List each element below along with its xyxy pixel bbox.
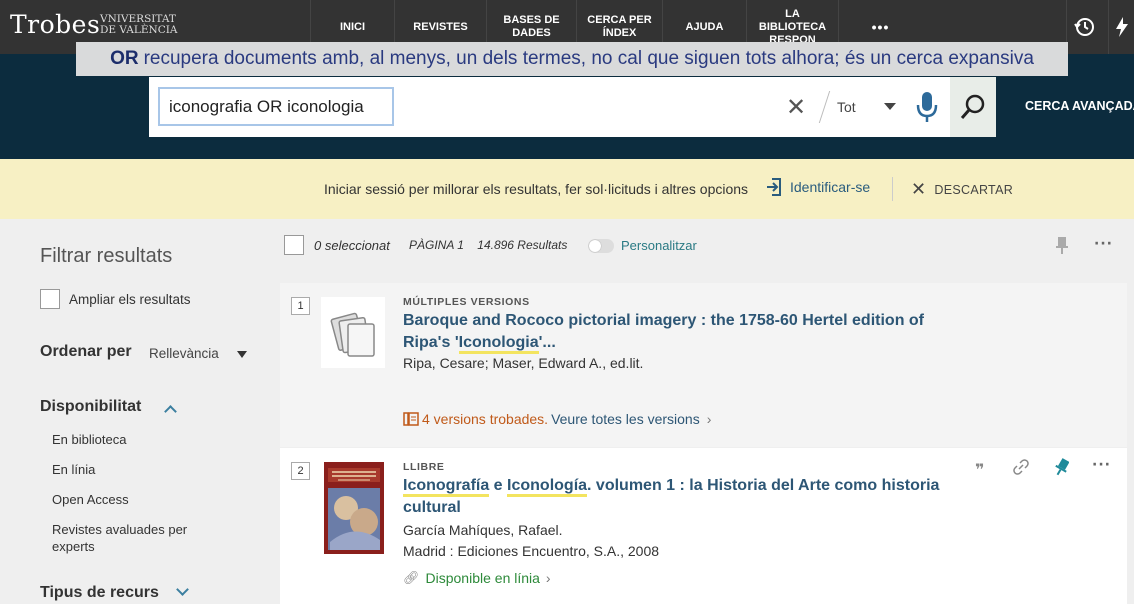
availability-facet-title[interactable]: Disponibilitat	[40, 398, 141, 416]
result-type: LLIBRE	[403, 461, 445, 473]
versions-icon	[403, 412, 419, 426]
operator-tooltip: OR recupera documents amb, al menys, un …	[76, 42, 1068, 76]
advanced-search-link[interactable]: CERCA AVANÇADA	[1025, 99, 1134, 113]
university-logo-line-2: DE VALÈNCIA	[100, 24, 178, 36]
result-number: 2	[291, 462, 310, 480]
chevron-right-icon: ›	[706, 411, 712, 427]
banner-divider	[892, 177, 893, 201]
result-item[interactable]: 2 LLIBRE Iconografía e Iconología. volum…	[280, 448, 1127, 604]
facet-item-peer-reviewed[interactable]: Revistes avaluades per experts	[52, 521, 222, 555]
selected-count: 0 seleccionat	[314, 238, 390, 253]
tooltip-text: recupera documents amb, al menys, un del…	[143, 48, 1034, 69]
result-number: 1	[291, 297, 310, 315]
result-title-link[interactable]: Iconografía e Iconología. volumen 1 : la…	[403, 475, 943, 519]
cite-icon[interactable]: ❞	[975, 460, 984, 479]
chevron-right-icon: ›	[545, 570, 551, 586]
chevron-down-icon[interactable]	[176, 583, 189, 596]
flash-icon[interactable]	[1108, 0, 1134, 54]
versions-count: 4 versions trobades.	[422, 411, 549, 427]
facet-item-in-library[interactable]: En biblioteca	[52, 431, 222, 448]
sort-select[interactable]: Rellevància	[149, 346, 219, 361]
signin-label: Identificar-se	[790, 179, 871, 195]
facets-title: Filtrar resultats	[40, 245, 173, 267]
availability-link[interactable]: 🔗︎ Disponible en línia ›	[403, 570, 551, 586]
history-icon[interactable]	[1066, 0, 1102, 54]
search-divider	[809, 91, 831, 123]
page-number: PÀGINA 1	[409, 238, 464, 252]
facet-item-online[interactable]: En línia	[52, 461, 222, 478]
facets-panel: Filtrar resultats Ampliar els resultats …	[0, 219, 270, 604]
signin-banner: Iniciar sessió per millorar els resultat…	[0, 159, 1134, 219]
university-logo: VNIVERSITAT DE VALÈNCIA	[100, 14, 177, 36]
close-icon: ✕	[911, 179, 927, 199]
signin-icon	[767, 178, 781, 196]
permalink-icon[interactable]	[1013, 459, 1029, 479]
tooltip-keyword: OR	[110, 48, 139, 69]
search-button[interactable]	[950, 77, 996, 137]
results-count: 14.896 Resultats	[477, 238, 568, 252]
see-all-versions-link[interactable]: Veure totes les versions	[551, 411, 700, 427]
result-author: García Mahíques, Rafael.	[403, 522, 563, 538]
result-author: Ripa, Cesare; Maser, Edward A., ed.lit.	[403, 355, 644, 371]
more-options-icon[interactable]: ···	[1094, 236, 1113, 252]
result-title-link[interactable]: Baroque and Rococo pictorial imagery : t…	[403, 310, 943, 354]
clear-search-icon[interactable]: ✕	[785, 93, 807, 121]
personalize-label[interactable]: Personalitzar	[621, 238, 697, 253]
resource-type-facet-title[interactable]: Tipus de recurs	[40, 584, 159, 602]
trobes-logo[interactable]: Trobes	[10, 10, 100, 39]
results-toolbar: 0 seleccionat PÀGINA 1 14.896 Resultats …	[278, 219, 1134, 279]
more-options-icon[interactable]: ···	[1092, 457, 1111, 473]
chevron-up-icon[interactable]	[164, 405, 177, 418]
search-input[interactable]: iconografia OR iconologia	[158, 87, 394, 126]
result-item[interactable]: 1 MÚLTIPLES VERSIONS Baroque and Rococo …	[280, 283, 1127, 447]
result-title-highlight: Iconologia	[458, 334, 539, 354]
pin-icon[interactable]	[1056, 236, 1068, 258]
search-icon	[960, 94, 985, 119]
personalize-toggle[interactable]	[588, 239, 614, 253]
dismiss-button[interactable]: ✕ DESCARTAR	[911, 179, 1013, 200]
result-type: MÚLTIPLES VERSIONS	[403, 296, 530, 308]
dismiss-label: DESCARTAR	[934, 182, 1014, 197]
signin-link[interactable]: Identificar-se	[766, 177, 870, 197]
scope-caret-icon[interactable]	[884, 103, 896, 110]
banner-message: Iniciar sessió per millorar els resultat…	[324, 181, 749, 197]
search-scope-select[interactable]: Tot	[837, 99, 856, 115]
result-title-part: '...	[538, 334, 556, 351]
availability-status: Disponible en línia	[425, 570, 540, 586]
result-title-part: e	[489, 477, 508, 494]
microphone-icon[interactable]	[915, 91, 939, 123]
search-box: iconografia OR iconologia ✕ Tot	[149, 77, 996, 137]
sort-label: Ordenar per	[40, 343, 132, 360]
result-publisher: Madrid : Ediciones Encuentro, S.A., 2008	[403, 543, 660, 559]
expand-results-checkbox[interactable]	[40, 289, 60, 309]
sort-caret-icon[interactable]	[237, 351, 247, 358]
expand-results-label[interactable]: Ampliar els resultats	[69, 292, 191, 307]
page-indicator: PÀGINA 1 14.896 Resultats	[409, 238, 567, 252]
toggle-knob	[589, 240, 601, 252]
result-title-highlight: Iconología	[507, 477, 588, 497]
versions-link[interactable]: 4 versions trobades. Veure totes les ver…	[403, 411, 711, 427]
result-title-highlight: Iconografía	[403, 477, 490, 497]
pin-icon[interactable]	[1055, 458, 1070, 480]
book-cover-thumbnail[interactable]	[324, 462, 384, 554]
select-all-checkbox[interactable]	[284, 235, 304, 255]
multiple-versions-thumbnail	[321, 297, 385, 368]
link-icon: 🔗︎	[403, 570, 420, 585]
facet-item-open-access[interactable]: Open Access	[52, 491, 222, 508]
